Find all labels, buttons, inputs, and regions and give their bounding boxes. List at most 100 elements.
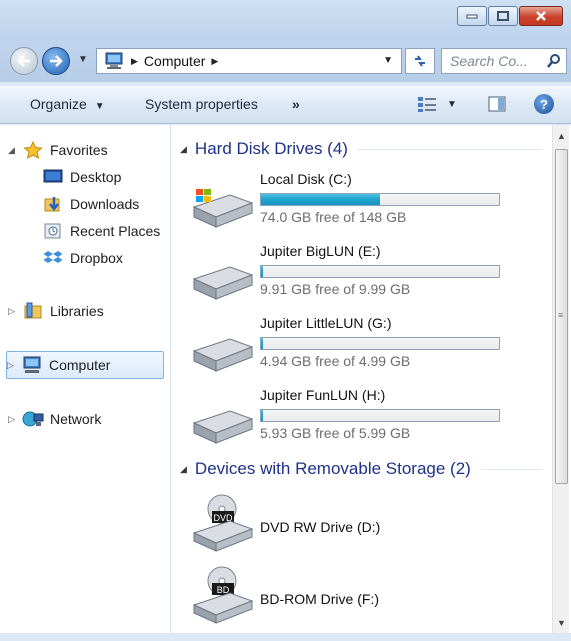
drive-item-jupiter-littlelun-g[interactable]: Jupiter LittleLUN (G:) 4.94 GB free of 4… [186,315,536,383]
navigation-pane: ◢ Favorites Desktop Downloads Recent Pla… [0,125,171,633]
drive-usage-bar [260,337,500,350]
drive-usage-fill [261,410,264,421]
drive-usage-bar [260,265,500,278]
close-button[interactable] [519,6,563,26]
more-commands-button[interactable]: » [292,96,300,112]
breadcrumb-computer[interactable]: Computer [144,53,205,69]
help-icon: ? [540,96,548,112]
recent-pages-dropdown-icon[interactable]: ▼ [78,54,88,65]
drive-name: Jupiter BigLUN (E:) [260,243,381,259]
organize-label: Organize [30,96,87,112]
organize-button[interactable]: Organize ▼ [30,96,105,112]
maximize-icon [497,11,509,21]
group-header-label: Hard Disk Drives (4) [194,139,348,158]
hard-drive-icon [192,266,254,300]
address-dropdown-icon[interactable]: ▼ [383,55,393,66]
window-bottom-border [0,633,571,641]
nav-libraries-label: Libraries [50,303,104,319]
scrollbar-thumb[interactable]: ≡ [555,149,568,484]
drive-free-space: 9.91 GB free of 9.99 GB [260,281,411,297]
libraries-icon [24,302,42,319]
back-arrow-icon [17,55,30,67]
hard-drive-icon [192,410,254,444]
views-icon [418,97,436,112]
drive-item-local-disk-c[interactable]: Local Disk (C:) 74.0 GB free of 148 GB [186,171,536,239]
group-header-removable-storage[interactable]: ◢ Devices with Removable Storage (2) [180,456,542,482]
group-header-label: Devices with Removable Storage (2) [194,459,471,478]
close-icon [536,11,546,21]
collapsed-arrow-icon[interactable]: ▷ [8,306,22,317]
drive-usage-fill [261,194,380,205]
chevron-down-icon: ▼ [94,101,105,112]
expanded-arrow-icon[interactable]: ◢ [180,464,187,475]
nav-item-dropbox[interactable]: Dropbox [42,244,123,272]
drive-usage-fill [261,266,263,277]
content-area: ◢ Favorites Desktop Downloads Recent Pla… [0,125,571,641]
help-button[interactable]: ? [534,94,554,114]
system-properties-button[interactable]: System properties [145,96,258,112]
command-bar: Organize ▼ System properties » ▼ ? [0,86,571,124]
breadcrumb-separator-icon[interactable]: ▶ [131,56,138,67]
search-input[interactable]: Search Co... [450,53,546,69]
drive-item-bd-rom-f[interactable]: BD BD-ROM Drive (F:) [186,565,536,633]
nav-computer-label: Computer [49,357,111,373]
search-box[interactable]: Search Co... [441,48,567,74]
vertical-scrollbar[interactable]: ▲ ≡ ▼ [552,125,569,633]
drive-usage-bar [260,193,500,206]
scroll-up-arrow-icon[interactable]: ▲ [553,127,570,144]
collapsed-arrow-icon[interactable]: ▷ [7,360,21,371]
nav-item-label: Dropbox [70,250,123,266]
nav-item-recent-places[interactable]: Recent Places [42,217,160,245]
system-drive-icon [192,189,254,228]
nav-item-desktop[interactable]: Desktop [42,163,121,191]
expanded-arrow-icon[interactable]: ◢ [180,144,187,155]
bd-drive-icon: BD [192,566,254,624]
nav-network-label: Network [50,411,102,427]
chevron-down-icon: ▼ [447,98,457,110]
computer-icon [105,52,123,69]
refresh-button[interactable] [405,48,435,74]
drive-usage-bar [260,409,500,422]
forward-arrow-icon [50,55,63,67]
file-list-pane: ◢ Hard Disk Drives (4) Local Disk (C:) 7… [172,125,550,633]
drive-item-dvd-rw-d[interactable]: DVD DVD RW Drive (D:) [186,493,536,561]
search-icon[interactable] [546,53,562,69]
breadcrumb-separator-icon[interactable]: ▶ [211,56,218,67]
caption-buttons [456,6,563,26]
nav-item-label: Desktop [70,169,122,185]
expanded-arrow-icon[interactable]: ◢ [8,145,22,156]
minimize-button[interactable] [457,6,487,26]
drive-item-jupiter-biglun-e[interactable]: Jupiter BigLUN (E:) 9.91 GB free of 9.99… [186,243,536,311]
change-view-button[interactable]: ▼ [417,94,461,114]
collapsed-arrow-icon[interactable]: ▷ [8,414,22,425]
drive-free-space: 4.94 GB free of 4.99 GB [260,353,411,369]
desktop-icon [43,169,63,183]
drive-item-jupiter-funlun-h[interactable]: Jupiter FunLUN (H:) 5.93 GB free of 5.99… [186,387,536,455]
back-button[interactable] [10,47,38,75]
nav-libraries[interactable]: ▷ Libraries [8,297,104,325]
network-icon [22,411,44,427]
nav-item-label: Recent Places [70,223,161,239]
star-icon [23,141,43,159]
dvd-drive-icon: DVD [192,494,254,552]
refresh-icon [415,55,425,67]
nav-network[interactable]: ▷ Network [8,405,101,433]
dropbox-icon [43,251,63,263]
computer-icon [23,356,41,373]
nav-item-downloads[interactable]: Downloads [42,190,139,218]
maximize-button[interactable] [488,6,518,26]
group-header-hard-disk-drives[interactable]: ◢ Hard Disk Drives (4) [180,136,542,162]
drive-name: Jupiter LittleLUN (G:) [260,315,392,331]
forward-button[interactable] [42,47,70,75]
grip-icon: ≡ [558,310,564,320]
preview-pane-icon[interactable] [488,95,506,113]
group-divider [480,468,542,470]
group-divider [357,148,542,150]
scroll-down-arrow-icon[interactable]: ▼ [553,614,570,631]
minimize-icon [466,14,478,19]
drive-usage-fill [261,338,264,349]
nav-computer[interactable]: ▷ Computer [6,351,164,379]
nav-favorites[interactable]: ◢ Favorites [8,136,108,164]
address-bar[interactable]: ▶ Computer ▶ ▼ [96,48,402,74]
drive-free-space: 5.93 GB free of 5.99 GB [260,425,411,441]
